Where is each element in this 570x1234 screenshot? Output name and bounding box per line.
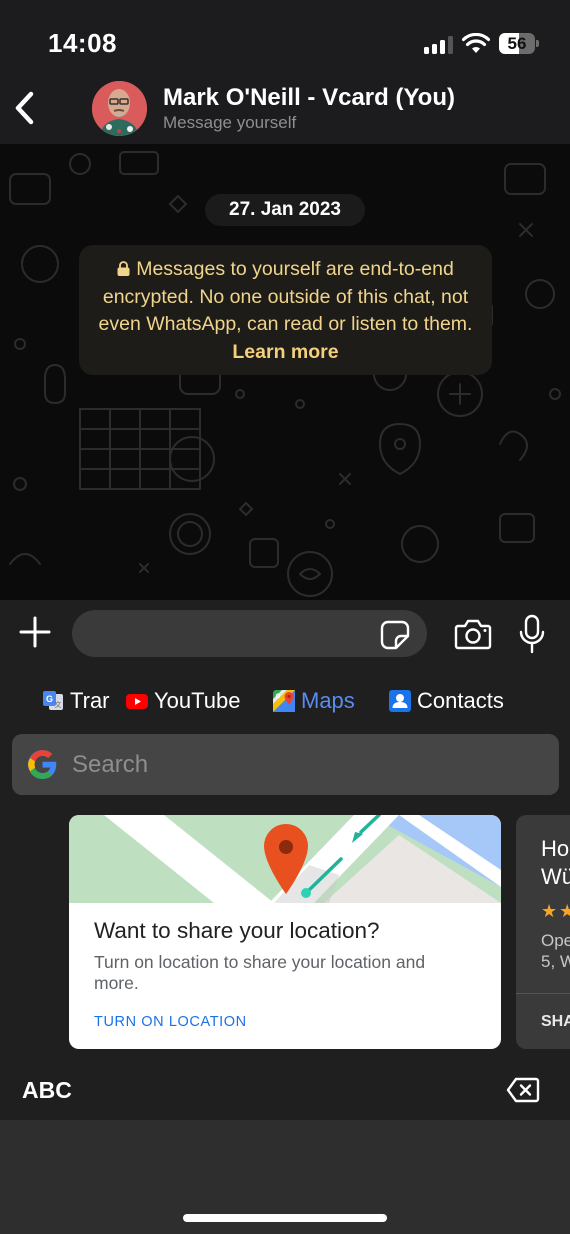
contact-name[interactable]: Mark O'Neill - Vcard (You) [163, 84, 455, 112]
app-shortcut-label: Trar [70, 688, 110, 713]
app-shortcut-label: Contacts [417, 688, 504, 713]
date-separator: 27. Jan 2023 [205, 194, 365, 226]
avatar[interactable] [92, 81, 147, 136]
place-address: Ope 5, W [541, 930, 570, 972]
google-search-input[interactable] [72, 734, 542, 795]
share-place-button[interactable]: SHA [541, 1013, 570, 1031]
learn-more-link[interactable]: Learn more [232, 341, 338, 363]
place-title-line: Wü [541, 864, 570, 889]
google-translate-icon: G 文 [43, 691, 63, 710]
chat-header: Mark O'Neill - Vcard (You) Message yours… [0, 70, 570, 144]
keyboard-panel: G 文 Trar YouTube G Maps Contacts Search … [0, 668, 570, 1120]
encryption-notice[interactable]: Messages to yourself are end-to-end encr… [79, 245, 492, 375]
avatar-photo [92, 81, 147, 136]
lock-icon [117, 261, 130, 276]
chat-area[interactable]: 27. Jan 2023 Messages to yourself are en… [0, 144, 570, 600]
app-shortcut-contacts[interactable]: Contacts [389, 682, 504, 720]
contact-subtitle: Message yourself [163, 113, 297, 132]
place-title-line: Ho [541, 836, 570, 861]
attach-plus-button[interactable] [18, 615, 52, 649]
divider [516, 993, 570, 994]
battery-level: 56 [507, 34, 527, 53]
app-shortcut-youtube[interactable]: YouTube [126, 682, 240, 720]
place-rating-stars: ★★ [541, 901, 570, 921]
encryption-notice-text: Messages to yourself are end-to-end encr… [98, 258, 473, 335]
message-composer [0, 600, 570, 668]
home-indicator[interactable] [183, 1214, 387, 1222]
battery-icon: 56 [499, 33, 539, 54]
place-address-line: 5, W [541, 952, 570, 971]
message-input[interactable] [72, 610, 427, 657]
google-maps-icon: G [273, 690, 295, 712]
place-card[interactable]: Ho Wü ★★ Ope 5, W SHA [516, 815, 570, 1049]
microphone-button[interactable] [518, 614, 546, 654]
sticker-button[interactable] [380, 620, 410, 650]
youtube-icon [126, 694, 148, 709]
app-shortcut-maps[interactable]: G Maps [273, 682, 355, 720]
card-description: Turn on location to share your location … [94, 952, 426, 993]
google-search-bar[interactable] [12, 734, 559, 795]
location-share-card[interactable]: Want to share your location? Turn on loc… [69, 815, 501, 1049]
app-shortcut-label: YouTube [154, 688, 241, 713]
app-shortcut-label: Maps [301, 688, 355, 713]
card-title: Want to share your location? [94, 918, 380, 943]
backspace-button[interactable] [506, 1077, 540, 1103]
map-illustration [69, 815, 501, 903]
app-shortcut-translate[interactable]: G 文 Trar [42, 682, 110, 720]
camera-button[interactable] [454, 618, 492, 650]
status-time: 14:08 [48, 28, 117, 58]
wifi-icon [462, 33, 490, 53]
turn-on-location-button[interactable]: TURN ON LOCATION [94, 1014, 247, 1030]
svg-text:G: G [276, 694, 281, 700]
google-logo-icon [28, 750, 57, 779]
svg-text:G: G [46, 694, 53, 704]
place-address-line: Ope [541, 931, 570, 950]
app-shortcuts-row: G 文 Trar YouTube G Maps Contacts [0, 682, 570, 720]
back-button[interactable] [10, 88, 40, 128]
abc-keyboard-button[interactable]: ABC [22, 1077, 72, 1104]
svg-text:文: 文 [55, 700, 62, 709]
cellular-signal-icon [424, 36, 454, 54]
place-title: Ho Wü [541, 835, 570, 891]
contacts-icon [389, 690, 411, 712]
status-bar: 14:08 56 [0, 0, 570, 70]
